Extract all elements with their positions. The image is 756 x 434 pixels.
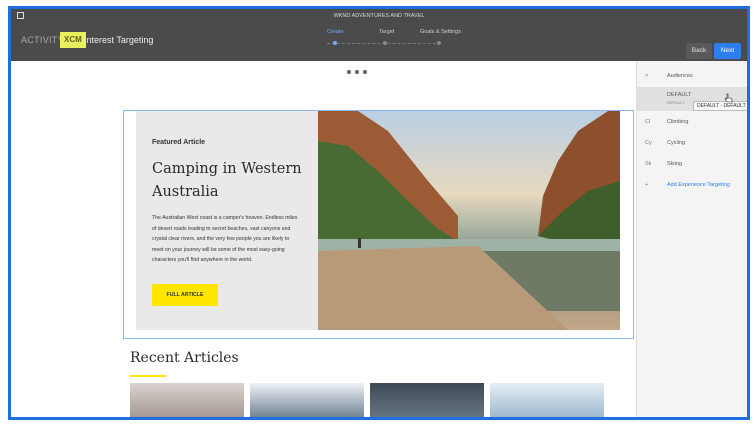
audience-default-sublabel: DEFAULT bbox=[667, 100, 685, 105]
app-frame: WKND ADVENTURES AND TRAVEL ACTIVITY: XCM… bbox=[8, 6, 750, 420]
window-titlebar: WKND ADVENTURES AND TRAVEL bbox=[11, 9, 747, 23]
audience-item-cycling[interactable]: Cy Cycling bbox=[637, 134, 747, 154]
step-target-dot bbox=[383, 41, 387, 45]
audiences-panel: > Audiences DEFAULT DEFAULT DEFAULT - DE… bbox=[636, 61, 747, 417]
recent-articles-underline bbox=[130, 375, 166, 377]
collapse-chevron-icon[interactable]: > bbox=[645, 73, 648, 79]
activity-badge: XCM bbox=[60, 32, 86, 48]
window-icon[interactable] bbox=[17, 12, 24, 19]
audience-default-label: DEFAULT bbox=[667, 92, 692, 98]
recent-thumb-3[interactable] bbox=[370, 383, 484, 417]
step-goals-dot bbox=[437, 41, 441, 45]
step-target[interactable]: Target bbox=[379, 29, 394, 35]
step-create-dot bbox=[333, 41, 337, 45]
page-canvas: Featured Article Camping in Western Aust… bbox=[11, 61, 636, 417]
recent-articles-title: Recent Articles bbox=[130, 350, 239, 366]
panel-header-label: Audiences bbox=[667, 73, 693, 79]
recent-thumb-2[interactable] bbox=[250, 383, 364, 417]
window-title: WKND ADVENTURES AND TRAVEL bbox=[333, 13, 425, 19]
audience-item-climbing[interactable]: Cl Climbing bbox=[637, 113, 747, 133]
recent-thumb-1[interactable] bbox=[130, 383, 244, 417]
step-goals-settings[interactable]: Goals & Settings bbox=[420, 29, 461, 35]
hand-cursor-icon bbox=[724, 93, 733, 103]
activity-header: ACTIVITY: XCM Interest Targeting Create … bbox=[11, 23, 747, 61]
carousel-dots[interactable] bbox=[347, 61, 371, 79]
add-icon: + bbox=[645, 182, 649, 188]
selected-experience-outline[interactable] bbox=[123, 110, 634, 339]
audience-tooltip: DEFAULT - DEFAULT bbox=[693, 101, 747, 111]
panel-header[interactable]: > Audiences bbox=[637, 67, 747, 87]
back-button[interactable]: Back bbox=[686, 43, 712, 59]
add-experience-targeting[interactable]: + Add Experience Targeting bbox=[637, 176, 747, 196]
next-button[interactable]: Next bbox=[714, 43, 741, 59]
audience-item-skiing[interactable]: Sk Skiing bbox=[637, 155, 747, 175]
activity-name[interactable]: Interest Targeting bbox=[84, 35, 153, 45]
workflow-steps: Create Target Goals & Settings bbox=[311, 29, 461, 53]
step-create[interactable]: Create bbox=[327, 29, 344, 35]
recent-thumb-4[interactable] bbox=[490, 383, 604, 417]
